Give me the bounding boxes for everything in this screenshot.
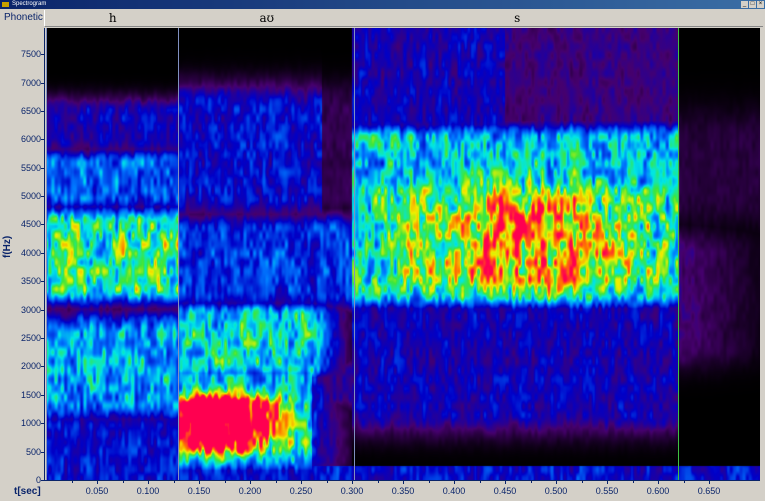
y-tick-label: 1000 [20, 418, 41, 429]
y-tick-mark [41, 167, 45, 169]
y-tick-mark [41, 110, 45, 112]
x-tick-label: 0.600 [646, 486, 670, 496]
phonetic-tier[interactable]: h aʊ s [44, 10, 763, 27]
x-minor-tick-mark [479, 481, 481, 483]
x-tick-mark [658, 481, 659, 484]
x-minor-tick-mark [173, 481, 175, 483]
y-tick-label: 6500 [20, 105, 41, 116]
x-tick-mark [709, 481, 710, 484]
spectrogram-canvas[interactable] [46, 28, 760, 480]
y-axis-line [44, 28, 45, 481]
x-minor-tick-mark [224, 481, 226, 483]
segment-boundary[interactable] [678, 28, 680, 480]
y-tick-label: 1500 [20, 389, 41, 400]
segment-boundary[interactable] [177, 28, 179, 480]
phonetic-segment-label[interactable]: h [109, 11, 117, 25]
y-tick-label: 2500 [20, 333, 41, 344]
app-icon [2, 2, 9, 7]
x-tick-mark [505, 481, 506, 484]
x-minor-tick-mark [377, 481, 379, 483]
minimize-button[interactable]: _ [741, 1, 748, 8]
x-tick-label: 0.350 [391, 486, 415, 496]
spectrogram-plot[interactable] [46, 28, 760, 480]
segment-boundary[interactable] [46, 28, 47, 480]
y-tick-mark [41, 366, 45, 368]
y-tick-mark [41, 139, 45, 141]
x-tick-label: 0.250 [289, 486, 313, 496]
x-tick-label: 0.550 [595, 486, 619, 496]
segment-boundary[interactable] [354, 28, 356, 480]
maximize-button[interactable]: □ [749, 1, 756, 8]
y-tick-mark [41, 338, 45, 340]
x-minor-tick-mark [683, 481, 685, 483]
y-tick-mark [41, 196, 45, 198]
y-tick-label: 4000 [20, 247, 41, 258]
y-tick-label: 3000 [20, 304, 41, 315]
x-tick-mark [556, 481, 557, 484]
y-tick-mark [41, 423, 45, 425]
x-tick-mark [250, 481, 251, 484]
x-minor-tick-mark [71, 481, 73, 483]
y-tick-label: 4500 [20, 219, 41, 230]
x-minor-tick-mark [530, 481, 532, 483]
x-tick-mark [607, 481, 608, 484]
x-axis-title: t[sec] [14, 486, 41, 497]
x-minor-tick-mark [581, 481, 583, 483]
x-tick-mark [352, 481, 353, 484]
x-minor-tick-mark [275, 481, 277, 483]
x-minor-tick-mark [428, 481, 430, 483]
phonetic-segment-label[interactable]: s [514, 11, 520, 25]
x-tick-mark [97, 481, 98, 484]
x-tick-label: 0.100 [136, 486, 160, 496]
x-tick-mark [454, 481, 455, 484]
x-minor-tick-mark [326, 481, 328, 483]
y-tick-label: 2000 [20, 361, 41, 372]
y-tick-mark [41, 82, 45, 84]
x-tick-label: 0.200 [238, 486, 262, 496]
y-tick-mark [41, 394, 45, 396]
y-tick-mark [41, 54, 45, 56]
title-bar: Spectrogram _ □ × [0, 0, 765, 9]
x-tick-label: 0.500 [544, 486, 568, 496]
y-tick-label: 3500 [20, 276, 41, 287]
y-tick-label: 7500 [20, 49, 41, 60]
x-minor-tick-mark [632, 481, 634, 483]
x-tick-label: 0.150 [187, 486, 211, 496]
x-tick-mark [403, 481, 404, 484]
y-tick-label: 7000 [20, 77, 41, 88]
y-tick-label: 500 [25, 446, 41, 457]
window-title: Spectrogram [12, 1, 47, 7]
x-tick-mark [301, 481, 302, 484]
x-tick-label: 0.300 [340, 486, 364, 496]
x-tick-mark [148, 481, 149, 484]
y-axis-title: f(Hz) [2, 235, 13, 258]
y-tick-mark [41, 309, 45, 311]
x-minor-tick-mark [122, 481, 124, 483]
x-tick-label: 0.450 [493, 486, 517, 496]
x-axis-line [44, 480, 760, 481]
phonetic-segment-label[interactable]: aʊ [259, 11, 274, 25]
y-tick-mark [41, 224, 45, 226]
phonetic-label: Phonetic [4, 12, 43, 23]
y-tick-mark [41, 252, 45, 254]
x-tick-label: 0.650 [697, 486, 721, 496]
y-tick-label: 5500 [20, 162, 41, 173]
y-tick-label: 5000 [20, 191, 41, 202]
x-tick-mark [199, 481, 200, 484]
y-tick-mark [41, 451, 45, 453]
x-tick-label: 0.050 [85, 486, 109, 496]
y-tick-label: 6000 [20, 134, 41, 145]
close-button[interactable]: × [757, 1, 764, 8]
y-tick-mark [41, 480, 45, 481]
y-tick-mark [41, 281, 45, 283]
x-tick-label: 0.400 [442, 486, 466, 496]
